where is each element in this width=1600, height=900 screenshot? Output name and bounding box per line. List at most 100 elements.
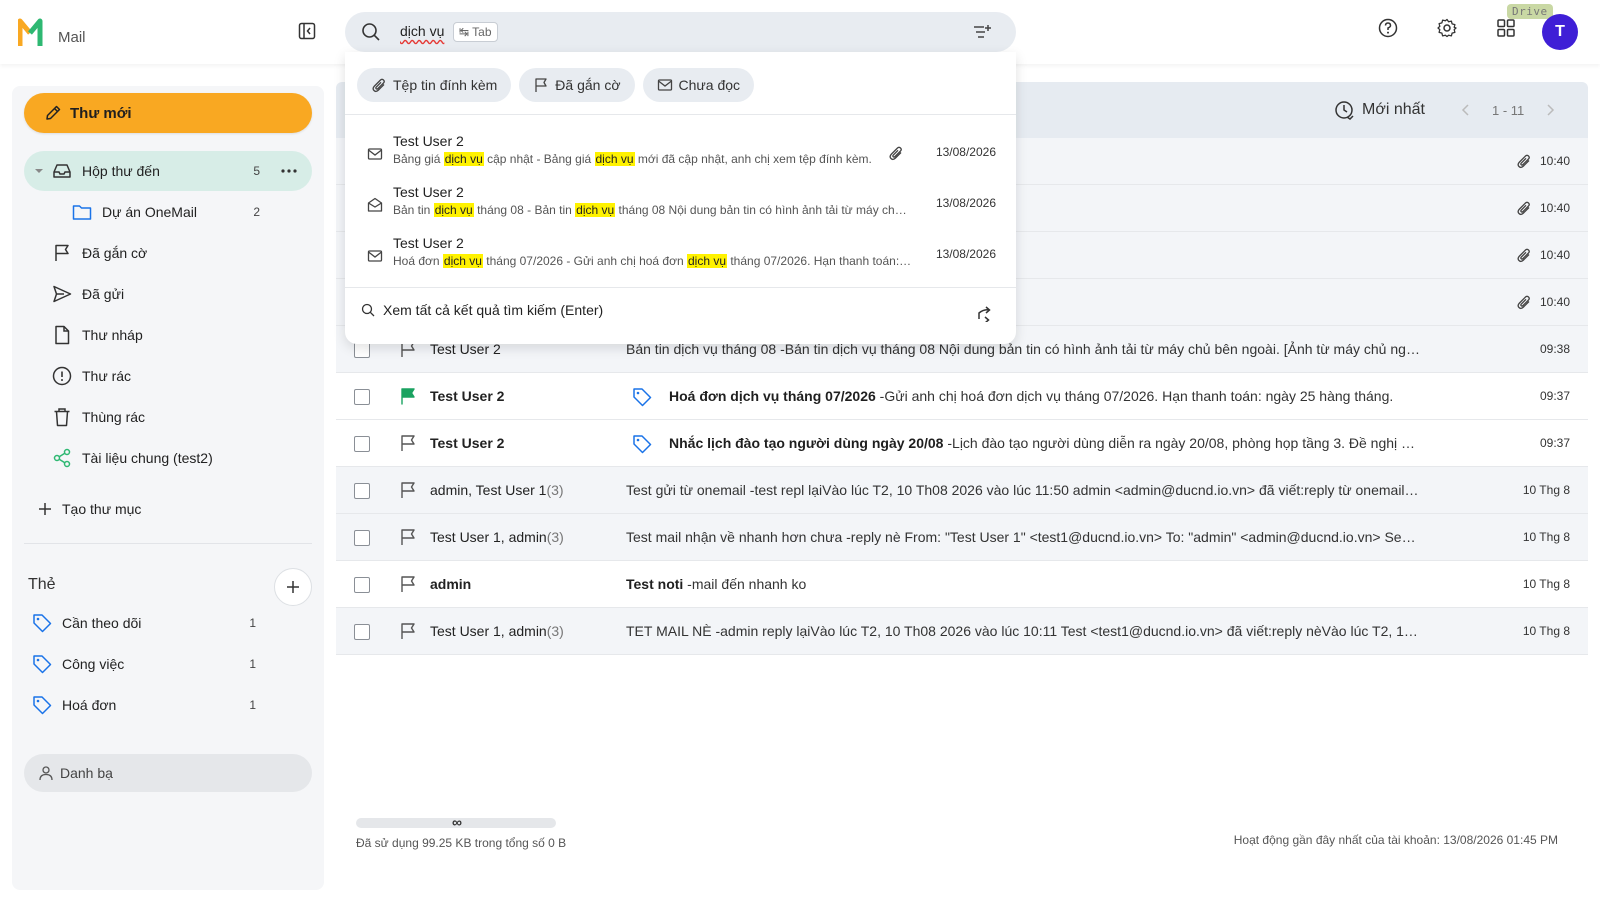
row-checkbox[interactable] xyxy=(354,624,370,640)
search-highlight: dịch vụ xyxy=(443,152,484,166)
sidebar-item-label: Thư nháp xyxy=(82,327,143,343)
tag-icon[interactable] xyxy=(632,387,652,407)
table-row[interactable]: Test User 1, admin(3) Test mail nhận về n… xyxy=(336,514,1588,561)
sidebar-item-label: Đã gắn cờ xyxy=(82,245,148,261)
more-options-icon[interactable] xyxy=(280,168,298,174)
result-sender: Test User 2 xyxy=(393,133,464,149)
create-folder-button[interactable]: Tạo thư mục xyxy=(24,489,312,529)
table-row[interactable]: Test User 2 Nhắc lịch đào tạo người dùng … xyxy=(336,420,1588,467)
row-checkbox[interactable] xyxy=(354,483,370,499)
row-checkbox[interactable] xyxy=(354,530,370,546)
settings-gear-icon[interactable] xyxy=(1437,18,1457,38)
tag-item-invoice[interactable]: Hoá đơn 1 xyxy=(24,685,312,725)
help-icon[interactable] xyxy=(1378,18,1398,38)
received-time: 10 Thg 8 xyxy=(1522,483,1570,497)
spam-alert-icon xyxy=(52,366,72,386)
sort-button[interactable]: Mới nhất xyxy=(1334,100,1425,120)
flag-icon[interactable] xyxy=(400,575,416,593)
chip-label: Chưa đọc xyxy=(678,77,741,93)
chevron-down-icon[interactable] xyxy=(34,166,44,176)
search-icon[interactable] xyxy=(361,22,381,42)
sidebar-item-inbox[interactable]: Hộp thư đến 5 xyxy=(24,151,312,191)
tag-label: Hoá đơn xyxy=(62,697,117,713)
table-row[interactable]: Test User 1, admin(3) TET MAIL NÈ -admin … xyxy=(336,608,1588,655)
flag-icon[interactable] xyxy=(400,481,416,499)
tab-hint-chip: ↹ Tab xyxy=(453,22,498,42)
subject-preview: Test noti -mail đến nhanh ko xyxy=(626,576,1421,592)
preview-text: tháng 08 - Bản tin xyxy=(473,203,576,217)
flag-filled-icon[interactable] xyxy=(400,387,416,405)
search-result-item[interactable]: Test User 2 Bản tin dịch vụ tháng 08 - Bả… xyxy=(345,178,1016,228)
flag-icon[interactable] xyxy=(400,528,416,546)
tag-icon xyxy=(33,614,52,633)
storage-quota: ∞ Đã sử dụng 99.25 KB trong tổng số 0 B xyxy=(356,814,567,850)
add-tag-button[interactable] xyxy=(274,568,312,606)
last-activity[interactable]: Hoạt động gần đây nhất của tài khoản: 13… xyxy=(1234,833,1558,847)
row-checkbox[interactable] xyxy=(354,577,370,593)
sidebar-item-label: Dự án OneMail xyxy=(102,204,197,220)
received-time: 09:38 xyxy=(1539,342,1570,356)
quota-text: Đã sử dụng 99.25 KB trong tổng số 0 B xyxy=(356,836,567,850)
flag-icon[interactable] xyxy=(400,622,416,640)
apps-grid-icon[interactable] xyxy=(1496,18,1516,38)
collapse-sidebar-icon[interactable] xyxy=(298,22,318,42)
subject-preview: TET MAIL NÈ -admin reply lạiVào lúc T2, … xyxy=(626,623,1421,639)
sender-name: Test User 1, admin(3) xyxy=(430,529,564,545)
sidebar-item-trash[interactable]: Thùng rác xyxy=(24,397,312,437)
subject-preview: Nhắc lịch đào tạo người dùng ngày 20/08 … xyxy=(669,435,1421,451)
filter-chip-unread[interactable]: Chưa đọc xyxy=(642,68,755,102)
preview: -test repl lạiVào lúc T2, 10 Th08 2026 v… xyxy=(745,482,1421,498)
sidebar-item-shared-docs[interactable]: Tài liệu chung (test2) xyxy=(24,438,312,478)
received-time: 10:40 xyxy=(1539,201,1570,215)
compose-button[interactable]: Thư mới xyxy=(24,93,312,133)
sidebar-divider xyxy=(24,543,312,544)
compose-label: Thư mới xyxy=(70,104,132,122)
onemail-logo-icon xyxy=(18,18,43,46)
sidebar-item-sent[interactable]: Đã gửi xyxy=(24,274,312,314)
tag-item-follow-up[interactable]: Cần theo dõi 1 xyxy=(24,603,312,643)
paperclip-icon xyxy=(1516,153,1532,169)
search-result-item[interactable]: Test User 2 Bảng giá dịch vụ cập nhật - B… xyxy=(345,127,1016,177)
result-date: 13/08/2026 xyxy=(935,247,996,261)
flag-icon[interactable] xyxy=(400,434,416,452)
advanced-filter-icon[interactable] xyxy=(972,22,992,42)
table-row[interactable]: Test User 2 Hoá đơn dịch vụ tháng 07/2026… xyxy=(336,373,1588,420)
search-result-item[interactable]: Test User 2 Hoá đơn dịch vụ tháng 07/2026… xyxy=(345,229,1016,279)
search-highlight: dịch vụ xyxy=(433,203,474,217)
filter-chip-attachments[interactable]: Tệp tin đính kèm xyxy=(357,68,512,102)
envelope-icon xyxy=(367,248,383,264)
chevron-right-icon[interactable] xyxy=(1542,102,1558,118)
app-logo[interactable]: Mail xyxy=(18,18,86,48)
tag-icon xyxy=(33,655,52,674)
tag-icon[interactable] xyxy=(632,434,652,454)
drive-badge[interactable]: Drive xyxy=(1507,4,1553,19)
sender-name: Test User 1, admin(3) xyxy=(430,623,564,639)
dropdown-divider xyxy=(345,287,1016,288)
chevron-left-icon[interactable] xyxy=(1458,102,1474,118)
row-checkbox[interactable] xyxy=(354,342,370,358)
filter-chip-flagged[interactable]: Đã gắn cờ xyxy=(519,68,635,102)
sidebar-item-project-folder[interactable]: Dự án OneMail 2 xyxy=(24,192,312,232)
send-icon xyxy=(53,285,72,303)
flag-icon xyxy=(535,78,547,92)
search-input[interactable]: dịch vụ xyxy=(400,23,444,39)
tag-count: 1 xyxy=(249,616,256,630)
tag-item-work[interactable]: Công việc 1 xyxy=(24,644,312,684)
subject: Hoá đơn dịch vụ tháng 07/2026 xyxy=(669,388,876,404)
received-time: 10:40 xyxy=(1539,248,1570,262)
paperclip-icon xyxy=(1516,247,1532,263)
preview: -reply nè From: "Test User 1" <test1@duc… xyxy=(842,529,1421,545)
row-checkbox[interactable] xyxy=(354,389,370,405)
row-checkbox[interactable] xyxy=(354,436,370,452)
user-avatar[interactable]: T xyxy=(1542,14,1578,50)
sidebar-item-drafts[interactable]: Thư nháp xyxy=(24,315,312,355)
see-all-results-button[interactable]: Xem tất cả kết quả tìm kiếm (Enter) xyxy=(361,302,603,318)
table-row[interactable]: admin Test noti -mail đến nhanh ko 10 Thg … xyxy=(336,561,1588,608)
table-row[interactable]: admin, Test User 1(3) Test gửi từ onemail… xyxy=(336,467,1588,514)
search-bar[interactable]: dịch vụ ↹ Tab xyxy=(345,12,1016,52)
contacts-button[interactable]: Danh bạ xyxy=(24,754,312,792)
sidebar-item-spam[interactable]: Thư rác xyxy=(24,356,312,396)
sidebar-item-flagged[interactable]: Đã gắn cờ xyxy=(24,233,312,273)
unread-count: 5 xyxy=(253,164,260,178)
sidebar-item-label: Thư rác xyxy=(82,368,132,384)
